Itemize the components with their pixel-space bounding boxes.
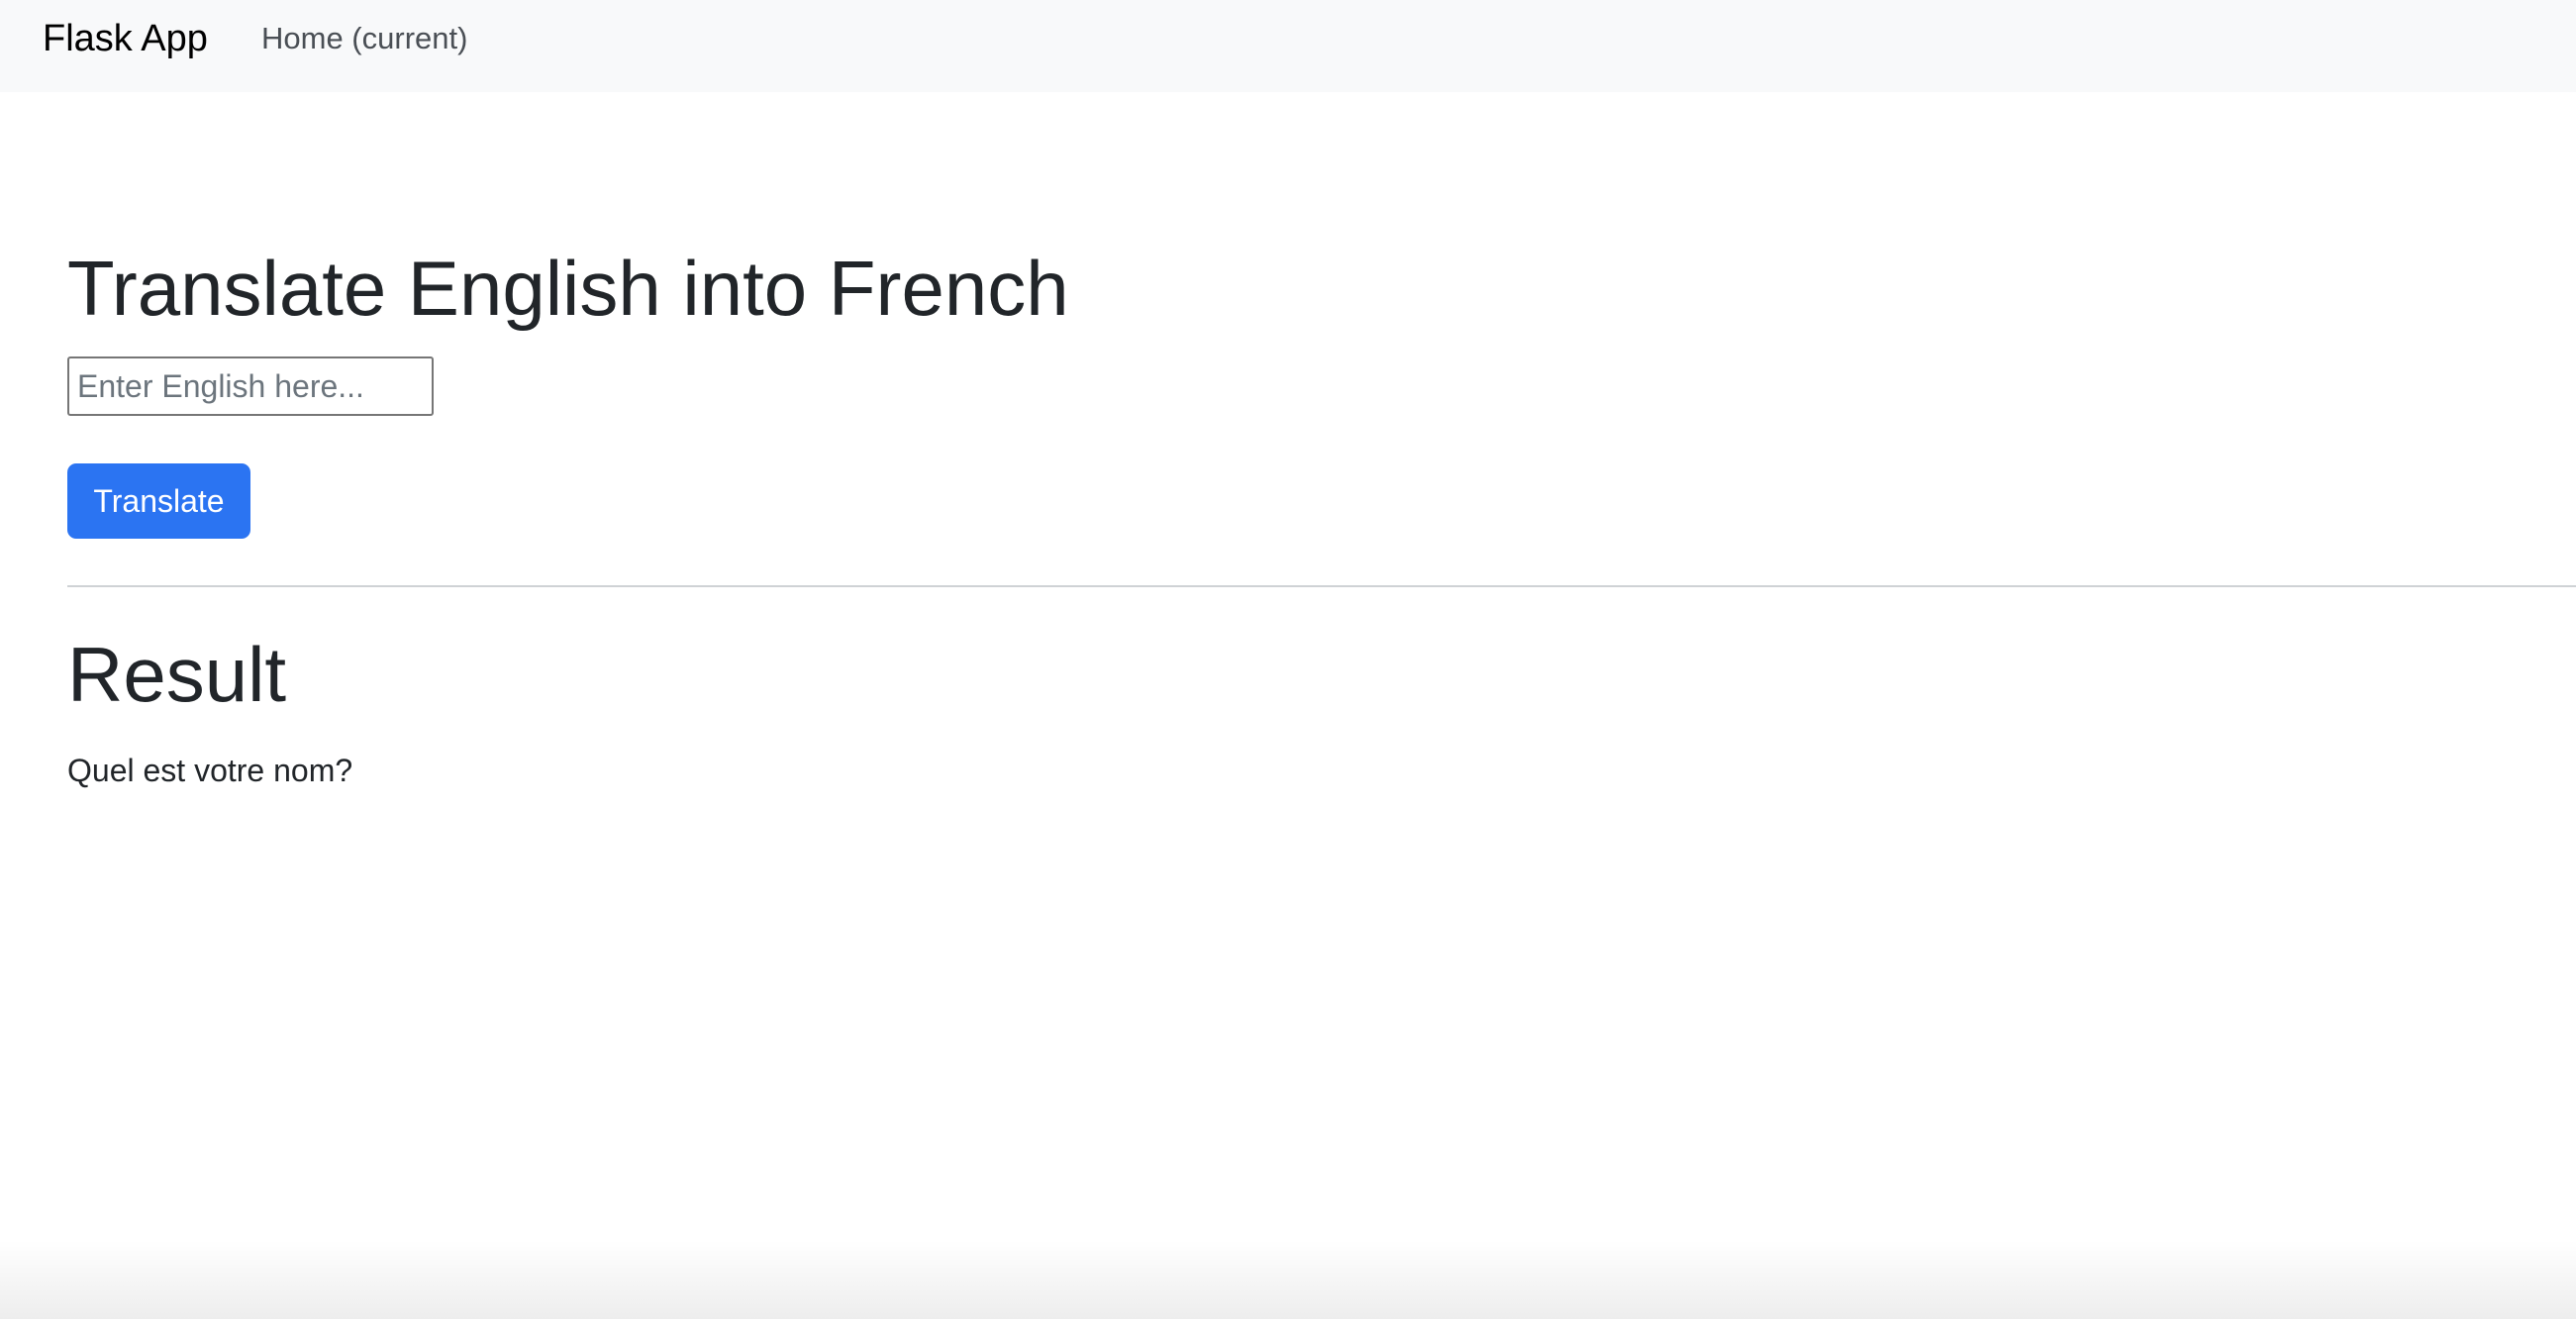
english-input[interactable] — [67, 356, 434, 416]
page-title: Translate English into French — [67, 245, 1069, 332]
nav-link-home[interactable]: Home (current) — [261, 18, 467, 59]
divider — [67, 585, 2576, 587]
navbar: Flask App Home (current) — [0, 0, 2576, 92]
navbar-brand[interactable]: Flask App — [43, 14, 208, 63]
result-heading: Result — [67, 631, 287, 718]
bottom-shadow — [0, 1240, 2576, 1319]
result-text: Quel est votre nom? — [67, 753, 353, 788]
translate-button[interactable]: Translate — [67, 463, 250, 539]
